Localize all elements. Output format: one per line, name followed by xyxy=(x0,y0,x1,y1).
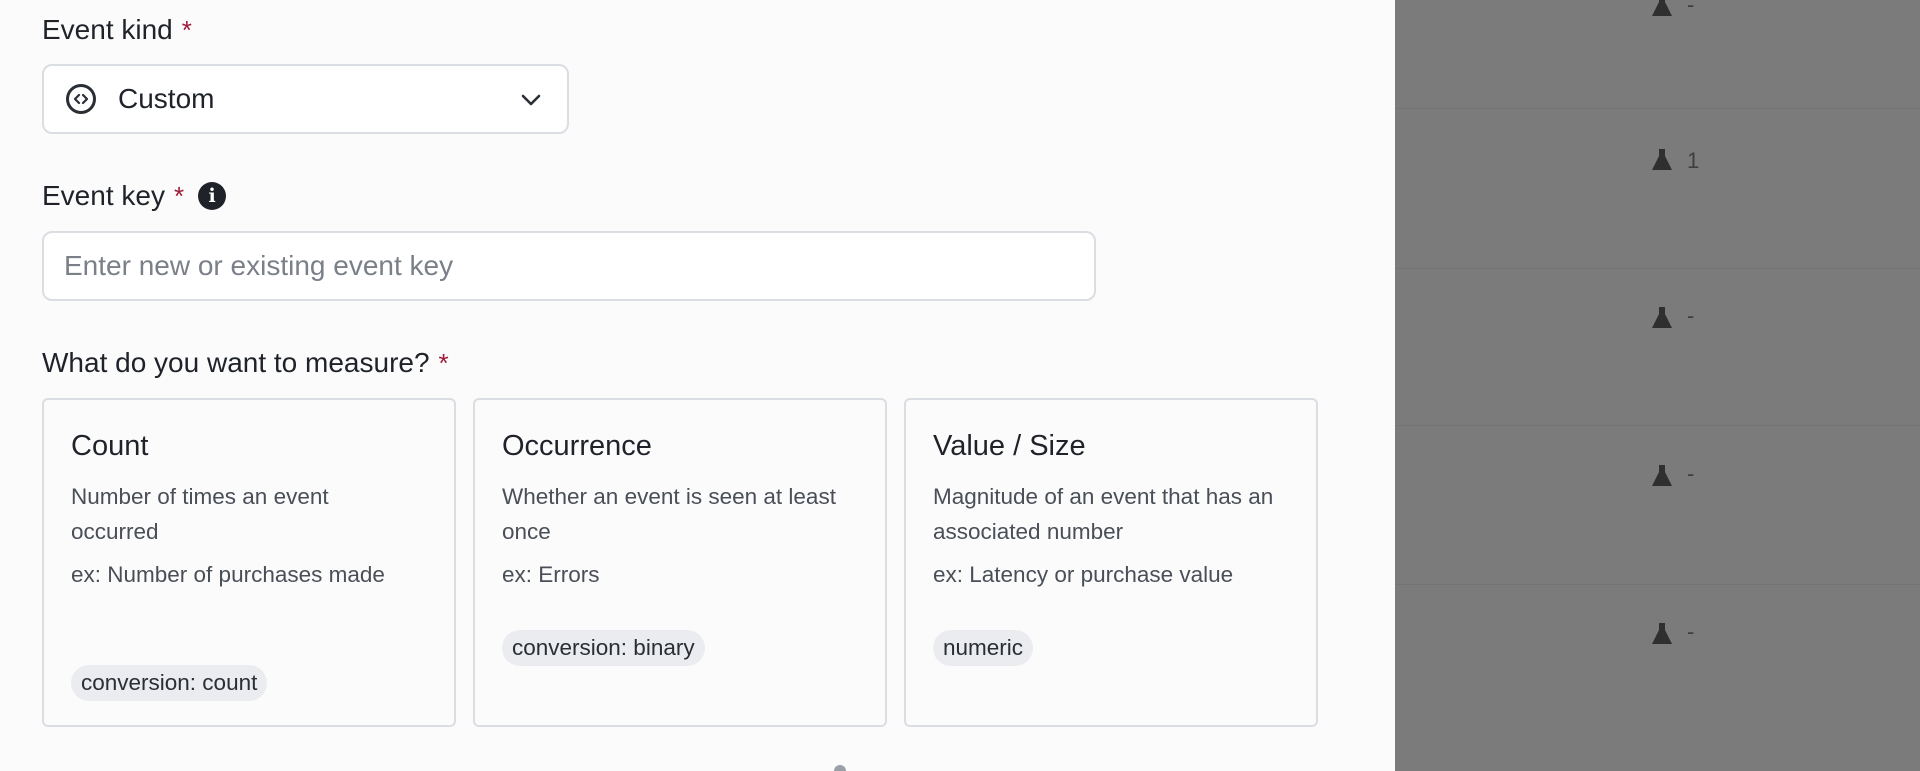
option-example: ex: Errors xyxy=(502,562,600,587)
event-kind-label-text: Event kind xyxy=(42,14,173,45)
option-badge: conversion: count xyxy=(71,665,268,701)
table-row-divider xyxy=(1395,268,1920,269)
chevron-down-icon xyxy=(519,88,543,117)
table-row-divider xyxy=(1395,108,1920,109)
event-kind-select[interactable]: Custom xyxy=(42,64,569,134)
modal-backdrop[interactable]: - 1 - - - xyxy=(1395,0,1920,771)
required-asterisk: * xyxy=(173,180,185,211)
required-asterisk: * xyxy=(438,347,449,378)
event-key-label: Event key * i xyxy=(42,180,227,212)
event-kind-selected-value: Custom xyxy=(118,83,215,114)
measure-label-text: What do you want to measure? xyxy=(42,347,430,378)
code-circle-icon xyxy=(66,84,96,114)
scroll-indicator xyxy=(834,765,846,771)
measure-option-count[interactable]: Count Number of times an event occurred … xyxy=(42,398,456,727)
table-cell-value: - xyxy=(1687,619,1695,644)
table-row-divider xyxy=(1395,425,1920,426)
option-title: Count xyxy=(71,430,149,462)
required-asterisk: * xyxy=(181,14,192,45)
option-description: Magnitude of an event that has an associ… xyxy=(933,484,1274,544)
measure-label: What do you want to measure? * xyxy=(42,347,449,379)
flask-icon xyxy=(1652,623,1672,644)
table-row-divider xyxy=(1395,584,1920,585)
flask-icon xyxy=(1652,465,1672,486)
option-badge: conversion: binary xyxy=(502,630,705,666)
option-title: Value / Size xyxy=(933,430,1086,462)
table-cell-value: - xyxy=(1687,0,1695,17)
flask-icon xyxy=(1652,0,1672,16)
option-description: Number of times an event occurred xyxy=(71,484,329,544)
table-cell-value: - xyxy=(1687,461,1695,486)
measure-option-value-size[interactable]: Value / Size Magnitude of an event that … xyxy=(904,398,1318,727)
flask-icon xyxy=(1652,307,1672,328)
option-example: ex: Number of purchases made xyxy=(71,562,385,587)
info-icon[interactable]: i xyxy=(198,182,227,210)
event-form-panel: Event kind * Custom Event key * i What d… xyxy=(0,0,1395,771)
flask-icon xyxy=(1652,149,1672,170)
option-badge: numeric xyxy=(933,630,1034,666)
event-kind-label: Event kind * xyxy=(42,14,192,46)
option-example: ex: Latency or purchase value xyxy=(933,562,1234,587)
event-key-label-text: Event key xyxy=(42,180,165,211)
option-title: Occurrence xyxy=(502,430,652,462)
event-key-input[interactable] xyxy=(42,231,1096,301)
option-description: Whether an event is seen at least once xyxy=(502,484,836,544)
table-cell-value: 1 xyxy=(1687,148,1700,173)
table-cell-value: - xyxy=(1687,303,1695,328)
measure-option-occurrence[interactable]: Occurrence Whether an event is seen at l… xyxy=(473,398,887,727)
